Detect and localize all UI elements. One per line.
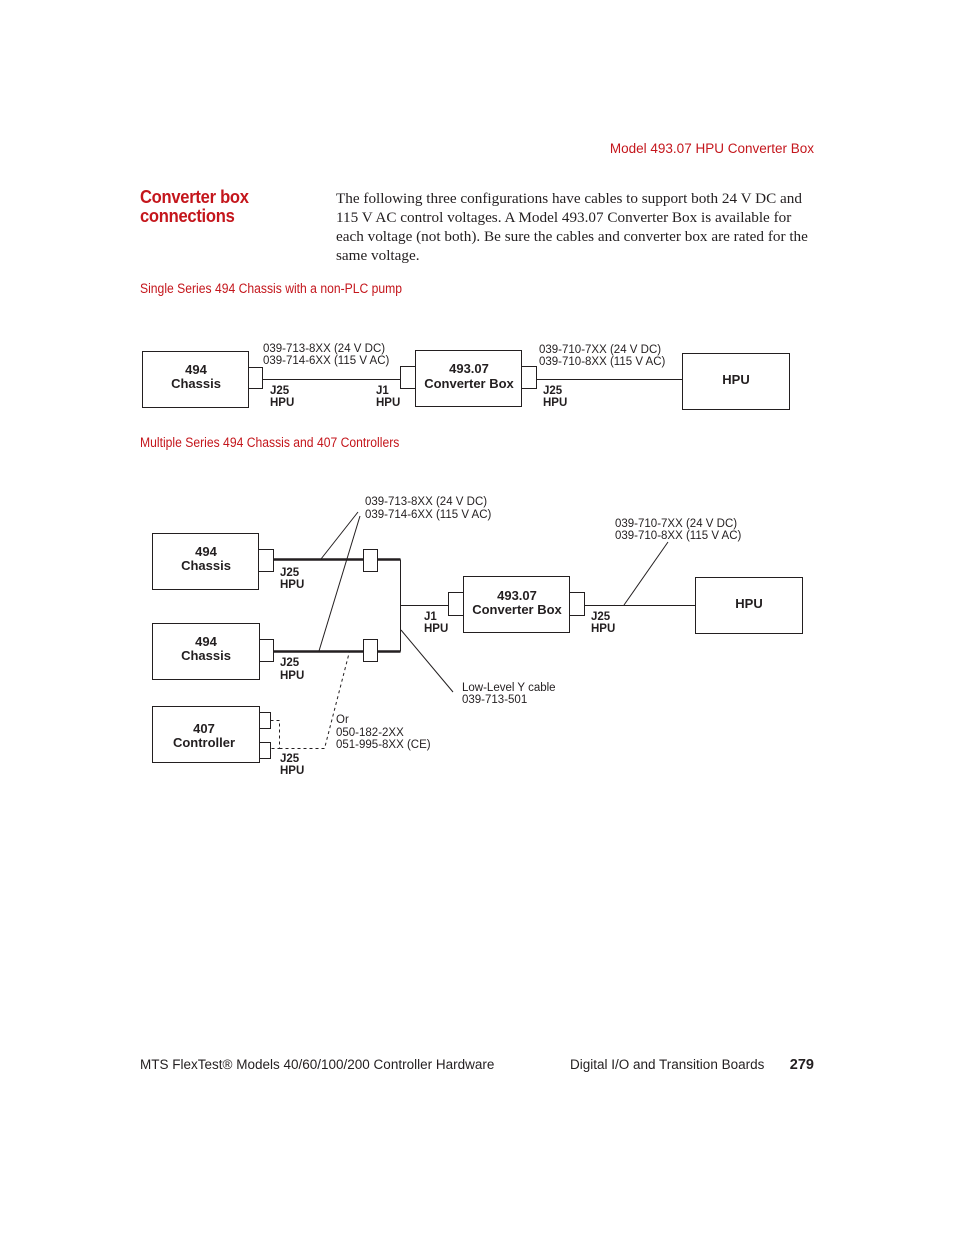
y-cable-label-2: 039-713-501: [462, 694, 527, 706]
converter-in-label-1: J1: [376, 385, 389, 397]
leader-y-cable: [400, 629, 454, 693]
converter-label-2: Converter Box: [424, 376, 514, 391]
converter-in-label-2: HPU: [424, 623, 448, 635]
chassis-connector-label-1: J25: [270, 385, 290, 397]
alt-cable-label-3: 051-995-8XX (CE): [336, 739, 431, 751]
alt-cable-label-2: 050-182-2XX: [336, 727, 404, 739]
controller-connector-bottom: [259, 742, 271, 759]
cable-a-label-1: 039-713-8XX (24 V DC): [263, 343, 385, 355]
chassis-label-1: 494: [185, 362, 207, 377]
chassis2-label-1: 494: [195, 634, 217, 649]
footer-manual-title: MTS FlexTest® Models 40/60/100/200 Contr…: [140, 1057, 495, 1072]
y-cable-plug-2: [363, 639, 378, 662]
converter-in-connector: [448, 592, 464, 616]
leader-cable-b: [623, 541, 669, 606]
page-number: 279: [789, 1057, 814, 1073]
cable-a-label-2: 039-714-6XX (115 V AC): [365, 509, 492, 521]
leader-cable-a-1: [320, 511, 359, 560]
chassis2-connector-label-2: HPU: [280, 670, 304, 682]
chassis2-connector: [259, 639, 274, 662]
chassis-connector: [248, 367, 263, 389]
cable-b-label-2: 039-710-8XX (115 V AC): [615, 530, 742, 542]
footer-chapter: Digital I/O and Transition Boards: [570, 1057, 765, 1072]
converter-out-label-1: J25: [591, 611, 611, 623]
chassis1-label-1: 494: [195, 544, 217, 559]
chassis2-label-2: Chassis: [181, 648, 231, 663]
converter-out-label-1: J25: [543, 385, 563, 397]
hpu-label: HPU: [722, 372, 749, 387]
chassis-connector-label-2: HPU: [270, 397, 294, 409]
converter-label-1: 493.07: [497, 588, 537, 603]
figure2-labels: 494 Chassis 494 Chassis 407 Controller 4…: [173, 496, 763, 777]
chassis-label-2: Chassis: [171, 376, 221, 391]
cable-a-label-1: 039-713-8XX (24 V DC): [365, 496, 487, 508]
wiring-diagrams: 494 Chassis 493.07 Converter Box HPU J25…: [142, 343, 803, 777]
y-cable-plug-1: [363, 549, 378, 572]
converter-out-label-2: HPU: [543, 397, 567, 409]
alt-cable-label-1: Or: [336, 714, 349, 726]
controller-connector-label-2: HPU: [280, 765, 304, 777]
cable-b-label-1: 039-710-7XX (24 V DC): [539, 344, 661, 356]
converter-out-connector: [569, 592, 585, 616]
cable-b-label-2: 039-710-8XX (115 V AC): [539, 356, 666, 368]
chassis2-connector-label-1: J25: [280, 657, 300, 669]
chassis1-label-2: Chassis: [181, 558, 231, 573]
chassis1-connector: [258, 549, 274, 572]
converter-out-label-2: HPU: [591, 623, 615, 635]
converter-out-connector: [521, 366, 537, 389]
converter-in-label-1: J1: [424, 611, 437, 623]
figure2-diagram: [152, 511, 803, 763]
converter-in-label-2: HPU: [376, 397, 400, 409]
controller-connector-top: [259, 712, 271, 729]
converter-label-1: 493.07: [449, 361, 489, 376]
controller-connector-label-1: J25: [280, 753, 300, 765]
y-cable-label-1: Low-Level Y cable: [462, 682, 556, 694]
hpu-label: HPU: [735, 596, 762, 611]
chassis1-connector-label-2: HPU: [280, 579, 304, 591]
cable-b-label-1: 039-710-7XX (24 V DC): [615, 518, 737, 530]
converter-label-2: Converter Box: [472, 602, 562, 617]
controller-label-1: 407: [193, 721, 215, 736]
converter-in-connector: [400, 366, 416, 389]
chassis1-connector-label-1: J25: [280, 567, 300, 579]
controller-label-2: Controller: [173, 735, 235, 750]
alt-cable-dashed: [270, 720, 280, 749]
cable-a-label-2: 039-714-6XX (115 V AC): [263, 355, 390, 367]
